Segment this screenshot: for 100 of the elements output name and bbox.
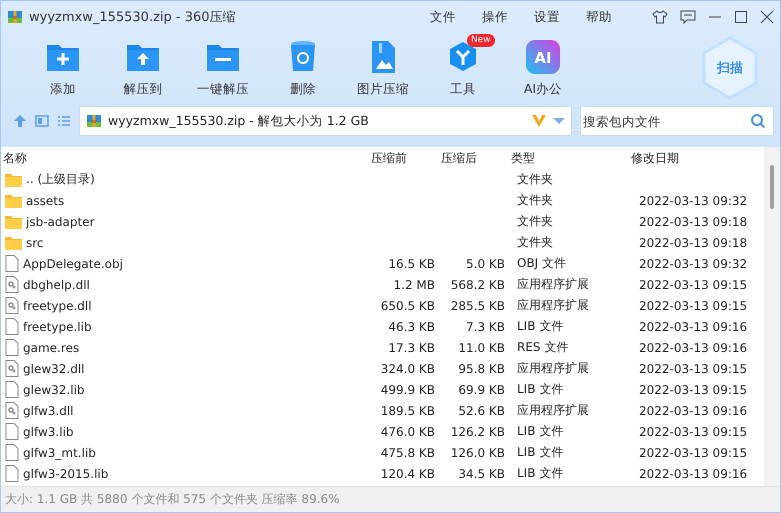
- table-cell-text: 2022-03-13 09:16: [638, 340, 748, 354]
- table-cell-text: 1.2 MB: [392, 278, 436, 292]
- table-cell-text: RES 文件: [516, 339, 570, 356]
- file-name: glfw3.lib: [23, 424, 74, 438]
- table-cell-text: LIB 文件: [516, 318, 564, 335]
- table-cell-text: 34.5 KB: [457, 466, 506, 480]
- table-cell-text: 476.0 KB: [380, 424, 436, 438]
- table-cell-text: 475.8 KB: [380, 446, 436, 460]
- table-cell-text: 2022-03-13 09:15: [638, 424, 748, 438]
- table-cell-text: 650.5 KB: [380, 298, 436, 312]
- table-cell-text: 文件夹: [516, 234, 554, 251]
- shirt-icon[interactable]: [652, 10, 668, 24]
- thumbnail-view-icon[interactable]: [35, 114, 49, 128]
- new-badge: New: [467, 34, 495, 46]
- menu-item[interactable]: 操作: [482, 8, 508, 26]
- menu-item[interactable]: 帮助: [586, 8, 612, 26]
- file-name: freetype.dll: [23, 298, 92, 312]
- file-name: dbghelp.dll: [23, 278, 90, 292]
- maximize-icon[interactable]: [734, 10, 748, 24]
- table-cell-text: 文件夹: [516, 171, 554, 188]
- table-cell-text: OBJ 文件: [516, 255, 568, 272]
- menu-item[interactable]: 文件: [430, 8, 456, 26]
- file-icon: [5, 423, 19, 440]
- table-cell-text: 285.5 KB: [450, 298, 506, 312]
- v-logo-icon[interactable]: [531, 114, 547, 128]
- table-cell-text: 69.9 KB: [457, 382, 506, 396]
- zip-file-icon: [86, 113, 102, 129]
- menu-item[interactable]: 设置: [534, 8, 560, 26]
- file-name: glfw3-2015.lib: [23, 466, 108, 480]
- table-cell-text: LIB 文件: [516, 423, 564, 440]
- table-cell-text: 499.9 KB: [380, 382, 436, 396]
- table-cell-text: 324.0 KB: [380, 362, 436, 376]
- table-cell-text: 52.6 KB: [457, 404, 506, 418]
- table-cell-text: 189.5 KB: [380, 404, 436, 418]
- table-cell-text: 应用程序扩展: [516, 297, 590, 314]
- column-header[interactable]: 压缩后: [439, 150, 509, 166]
- close-icon[interactable]: [760, 10, 774, 24]
- search-icon[interactable]: [750, 113, 766, 129]
- file-name: jsb-adapter: [26, 214, 94, 228]
- table-cell-text: 11.0 KB: [457, 340, 506, 354]
- file-name: freetype.lib: [23, 320, 92, 334]
- zip-file-icon: [7, 9, 23, 25]
- column-header[interactable]: 压缩前: [369, 150, 439, 166]
- column-header[interactable]: 名称: [1, 150, 369, 166]
- table-cell-text: 2022-03-13 09:15: [638, 362, 748, 376]
- list-view-icon[interactable]: [57, 114, 71, 128]
- table-cell-text: 应用程序扩展: [516, 402, 590, 419]
- file-name: assets: [26, 194, 64, 208]
- table-cell-text: 17.3 KB: [387, 340, 436, 354]
- column-header[interactable]: 类型: [509, 150, 629, 166]
- toolbar-button[interactable]: AI AI办公: [503, 34, 583, 102]
- file-icon: [5, 255, 19, 272]
- dropdown-icon[interactable]: [553, 117, 565, 125]
- table-cell-text: 568.2 KB: [450, 278, 506, 292]
- file-icon: [5, 444, 19, 461]
- search-field[interactable]: 搜索包内文件: [580, 106, 774, 136]
- table-cell-text: 7.3 KB: [465, 320, 506, 334]
- table-cell-text: 2022-03-13 09:16: [638, 466, 748, 480]
- table-cell-text: 2022-03-13 09:15: [638, 382, 748, 396]
- path-field[interactable]: wyyzmxw_155530.zip - 解包大小为 1.2 GB: [79, 106, 572, 136]
- table-cell-text: 文件夹: [516, 213, 554, 230]
- table-cell-text: 95.8 KB: [457, 362, 506, 376]
- file-icon: [5, 381, 19, 398]
- table-cell-text: 2022-03-13 09:15: [638, 298, 748, 312]
- file-name: .. (上级目录): [26, 171, 95, 188]
- file-name: glew32.dll: [23, 362, 85, 376]
- status-text: 大小: 1.1 GB 共 5880 个文件和 575 个文件夹 压缩率 89.6%: [5, 491, 340, 508]
- file-name: glew32.lib: [23, 382, 85, 396]
- table-cell-text: 2022-03-13 09:15: [638, 278, 748, 292]
- file-icon: [5, 465, 19, 482]
- toolbar-button[interactable]: 添加: [23, 34, 103, 102]
- toolbar-button[interactable]: 图片压缩: [343, 34, 423, 102]
- table-cell-text: 应用程序扩展: [516, 276, 590, 293]
- table-cell-text: 16.5 KB: [387, 256, 436, 270]
- scrollbar[interactable]: [764, 147, 780, 486]
- table-cell-text: 5.0 KB: [465, 256, 506, 270]
- folder-icon: [5, 172, 22, 186]
- gear-file-icon: [5, 297, 19, 314]
- table-cell-text: 46.3 KB: [387, 320, 436, 334]
- file-name: glfw3.dll: [23, 404, 74, 418]
- table-cell-text: 126.2 KB: [450, 424, 506, 438]
- toolbar-button[interactable]: 解压到: [103, 34, 183, 102]
- toolbar-button[interactable]: 一键解压: [183, 34, 263, 102]
- file-icon: [5, 318, 19, 335]
- folder-icon: [5, 214, 22, 228]
- toolbar-button[interactable]: 删除: [263, 34, 343, 102]
- table-cell-text: 120.4 KB: [380, 466, 436, 480]
- folder-icon: [5, 194, 22, 208]
- table-cell-text: 2022-03-13 09:32: [638, 256, 748, 270]
- toolbar-button[interactable]: New 工具: [423, 34, 503, 102]
- file-name: AppDelegate.obj: [23, 256, 123, 270]
- table-cell-text: 2022-03-13 09:18: [638, 236, 748, 250]
- file-name: src: [26, 236, 44, 250]
- message-icon[interactable]: [680, 10, 696, 24]
- up-arrow-icon[interactable]: [13, 114, 27, 128]
- table-cell-text: LIB 文件: [516, 381, 564, 398]
- file-name: game.res: [23, 340, 80, 354]
- column-header[interactable]: 修改日期: [629, 150, 764, 166]
- table-cell-text: 2022-03-13 09:32: [638, 194, 748, 208]
- table-cell-text: 2022-03-13 09:16: [638, 404, 748, 418]
